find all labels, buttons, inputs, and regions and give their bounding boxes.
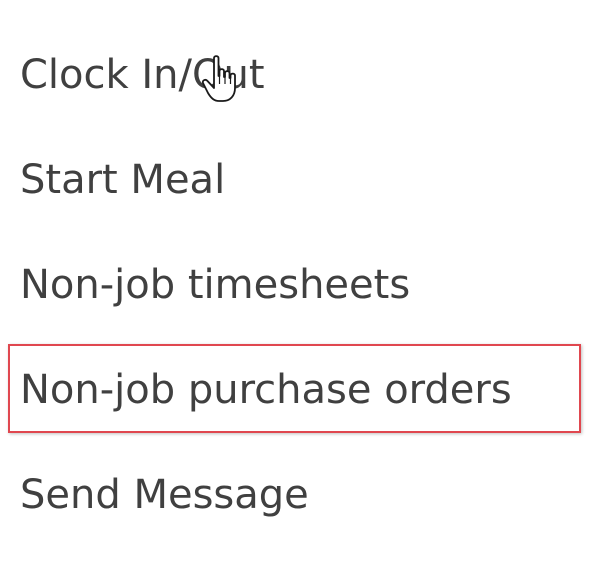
menu-item-non-job-timesheets[interactable]: Non-job timesheets [20, 261, 410, 309]
menu-item-send-message[interactable]: Send Message [20, 471, 309, 519]
menu-item-start-meal[interactable]: Start Meal [20, 156, 225, 204]
action-menu: Clock In/Out Start Meal Non-job timeshee… [0, 0, 597, 569]
menu-item-clock-in-out[interactable]: Clock In/Out [20, 51, 265, 99]
menu-item-non-job-purchase-orders[interactable]: Non-job purchase orders [20, 366, 512, 414]
